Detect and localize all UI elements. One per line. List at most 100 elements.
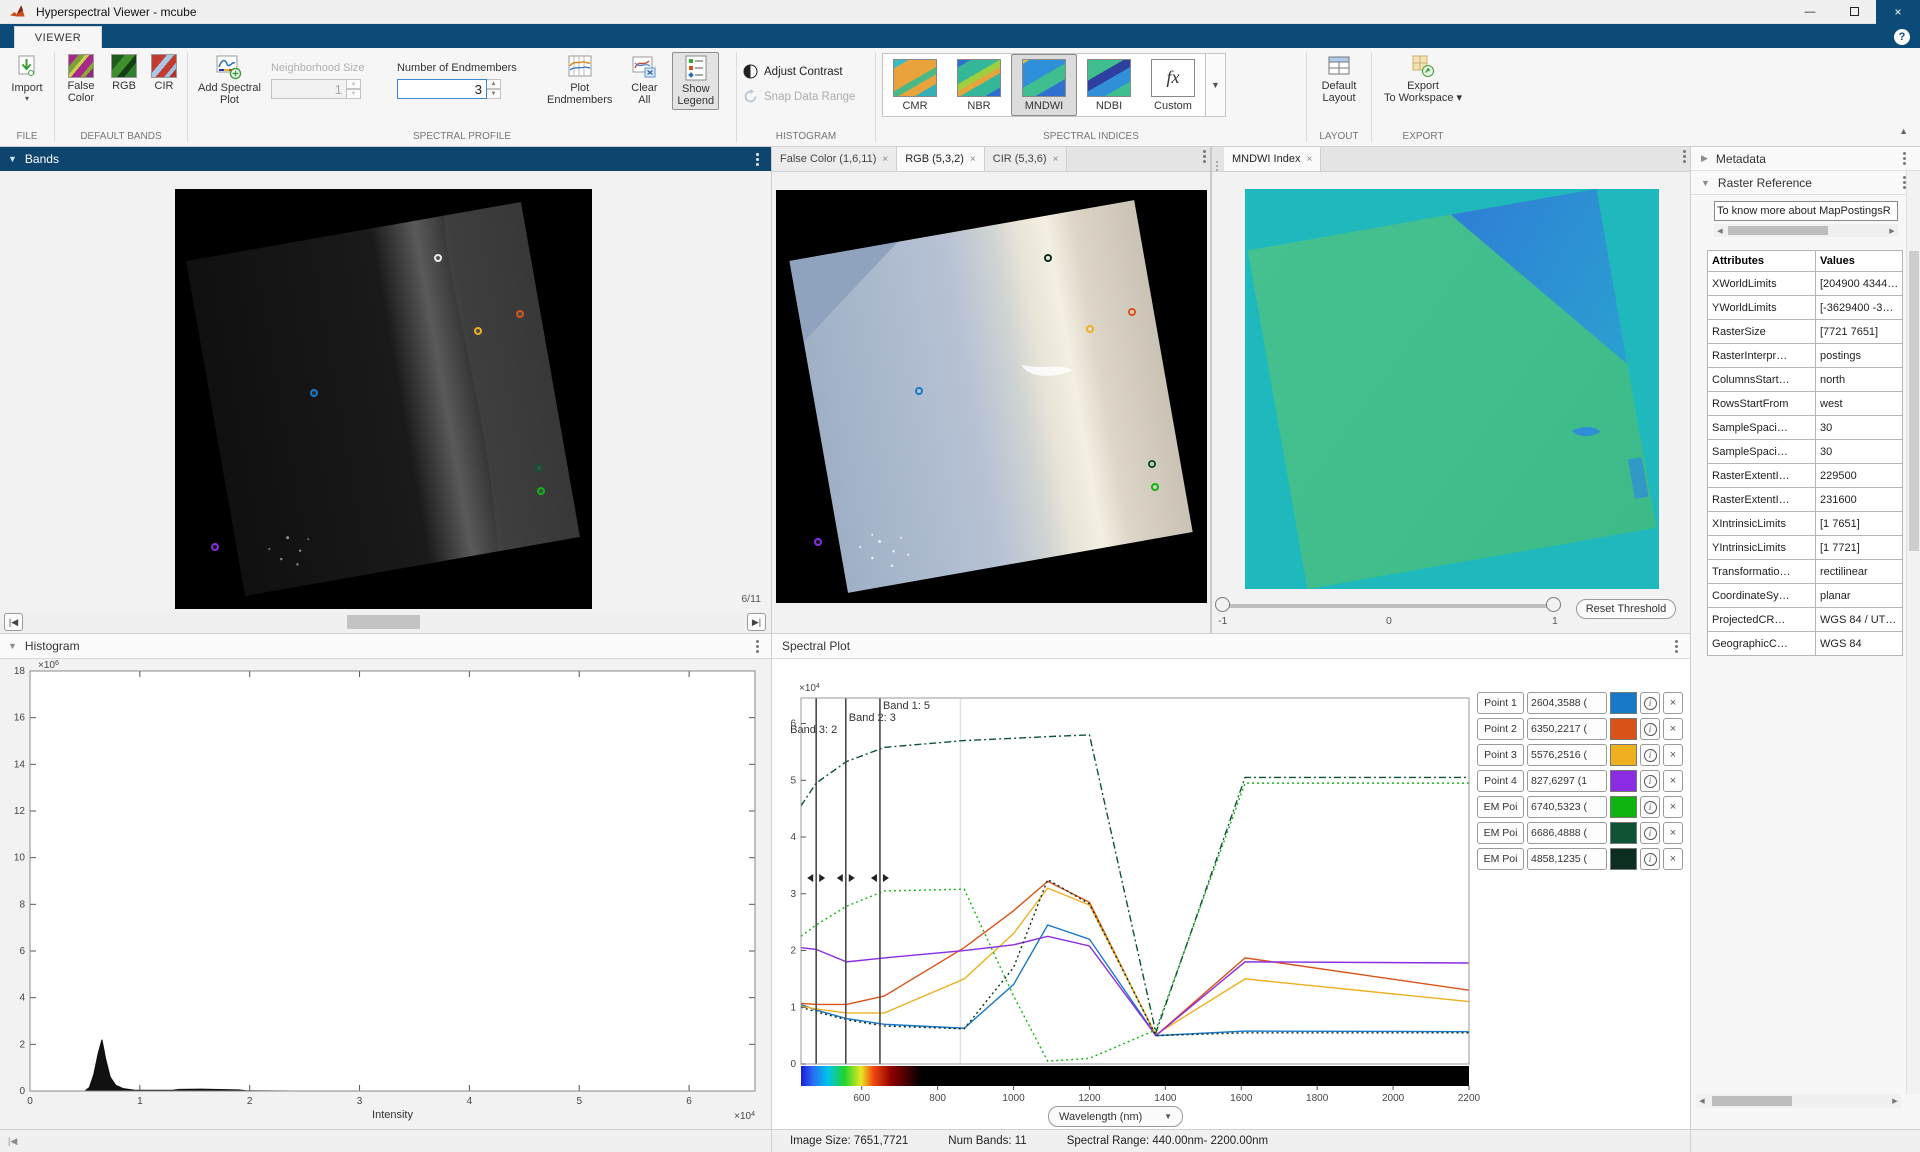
import-button[interactable]: Import ▾ [5, 52, 49, 104]
rgb-button[interactable]: RGB [107, 52, 141, 94]
histogram-panel-header[interactable]: ▼ Histogram [0, 634, 771, 659]
spectral-point-marker[interactable] [915, 387, 923, 395]
x-axis-units-dropdown[interactable]: Wavelength (nm) ▼ [1048, 1106, 1183, 1127]
index-nbr-button[interactable]: NBR [947, 54, 1011, 116]
num-endmembers-input[interactable] [397, 79, 487, 99]
legend-point-name[interactable]: Point 2 [1477, 718, 1524, 740]
point-info-button[interactable]: i [1640, 796, 1660, 818]
legend-color-swatch[interactable] [1610, 822, 1637, 844]
scroll-right-icon[interactable]: ▶ [1889, 1097, 1901, 1105]
table-row[interactable]: SampleSpaci…30 [1708, 440, 1903, 464]
remove-point-button[interactable]: × [1663, 796, 1683, 818]
legend-color-swatch[interactable] [1610, 848, 1637, 870]
spectral-point-marker[interactable] [535, 464, 543, 472]
remove-point-button[interactable]: × [1663, 718, 1683, 740]
table-row[interactable]: SampleSpaci…30 [1708, 416, 1903, 440]
legend-point-name[interactable]: Point 1 [1477, 692, 1524, 714]
legend-point-value[interactable]: 827,6297 (1 [1527, 770, 1607, 792]
scrollbar-thumb[interactable] [1909, 251, 1919, 551]
tab-viewer[interactable]: VIEWER [14, 26, 102, 48]
tab-cir-5-3-6-[interactable]: CIR (5,3,6)× [985, 147, 1068, 171]
table-row[interactable]: CoordinateSy…planar [1708, 584, 1903, 608]
table-row[interactable]: ProjectedCR…WGS 84 / UT… [1708, 608, 1903, 632]
scrollbar-thumb[interactable] [1728, 226, 1828, 235]
index-custom-button[interactable]: fx Custom [1141, 54, 1205, 116]
table-row[interactable]: YIntrinsicLimits[1 7721] [1708, 536, 1903, 560]
point-info-button[interactable]: i [1640, 692, 1660, 714]
threshold-slider-track[interactable] [1222, 604, 1561, 608]
legend-point-name[interactable]: Point 3 [1477, 744, 1524, 766]
table-row[interactable]: XIntrinsicLimits[1 7651] [1708, 512, 1903, 536]
close-button[interactable]: × [1876, 0, 1920, 24]
index-mndwi-button[interactable]: MNDWI [1011, 54, 1077, 116]
table-row[interactable]: RasterSize[7721 7651] [1708, 320, 1903, 344]
spectral-plot-menu-icon[interactable] [1671, 638, 1682, 655]
cir-button[interactable]: CIR [147, 52, 181, 94]
bands-menu-icon[interactable] [752, 151, 763, 168]
legend-color-swatch[interactable] [1610, 744, 1637, 766]
band-image[interactable] [175, 189, 592, 609]
legend-point-name[interactable]: EM Poi [1477, 796, 1524, 818]
table-row[interactable]: Transformatio…rectilinear [1708, 560, 1903, 584]
tab-strip-menu-icon[interactable] [1199, 148, 1210, 165]
spectral-plot-header[interactable]: Spectral Plot [772, 634, 1690, 659]
remove-point-button[interactable]: × [1663, 848, 1683, 870]
scroll-left-icon[interactable]: ◀ [1696, 1097, 1708, 1105]
export-to-workspace-button[interactable]: Export To Workspace ▾ [1380, 52, 1466, 106]
tab-mndwi-index[interactable]: MNDWI Index× [1224, 147, 1321, 171]
spectral-point-marker[interactable] [1086, 325, 1094, 333]
index-cmr-button[interactable]: CMR [883, 54, 947, 116]
legend-color-swatch[interactable] [1610, 692, 1637, 714]
minimize-button[interactable]: — [1788, 0, 1832, 24]
table-row[interactable]: YWorldLimits[-3629400 -3… [1708, 296, 1903, 320]
last-band-button[interactable]: ▶| [747, 613, 766, 631]
scroll-right-icon[interactable]: ▶ [1886, 227, 1898, 235]
raster-reference-section-header[interactable]: ▼ Raster Reference [1691, 171, 1920, 195]
collapse-ribbon-icon[interactable]: ▲ [1899, 128, 1908, 135]
legend-point-name[interactable]: EM Poi [1477, 848, 1524, 870]
table-row[interactable]: GeographicC…WGS 84 [1708, 632, 1903, 656]
legend-color-swatch[interactable] [1610, 796, 1637, 818]
close-tab-icon[interactable]: × [1306, 154, 1312, 165]
panel-horizontal-scrollbar[interactable]: ◀ ▶ [1696, 1094, 1901, 1108]
false-color-button[interactable]: False Color [61, 52, 101, 106]
snap-data-range-button[interactable]: Snap Data Range [743, 89, 869, 104]
expand-triangle-icon[interactable]: ▶ [1701, 153, 1708, 164]
plot-endmembers-button[interactable]: Plot Endmembers [543, 52, 616, 108]
point-info-button[interactable]: i [1640, 770, 1660, 792]
threshold-max-handle[interactable] [1546, 597, 1561, 612]
table-row[interactable]: RasterInterpr…postings [1708, 344, 1903, 368]
point-info-button[interactable]: i [1640, 744, 1660, 766]
legend-point-value[interactable]: 6686,4888 ( [1527, 822, 1607, 844]
spectral-point-marker[interactable] [1148, 460, 1156, 468]
scrollbar-thumb[interactable] [1712, 1096, 1792, 1106]
collapse-triangle-icon[interactable]: ▼ [8, 641, 17, 651]
legend-point-name[interactable]: Point 4 [1477, 770, 1524, 792]
band-scrollbar[interactable] [347, 615, 420, 629]
add-spectral-plot-button[interactable]: Add Spectral Plot [194, 52, 265, 108]
tab-false-color-1-6-11-[interactable]: False Color (1,6,11)× [772, 147, 897, 171]
point-info-button[interactable]: i [1640, 848, 1660, 870]
spectral-point-marker[interactable] [310, 389, 318, 397]
bands-panel-header[interactable]: ▼ Bands [0, 147, 771, 171]
threshold-min-handle[interactable] [1215, 597, 1230, 612]
first-band-button[interactable]: |◀ [4, 613, 23, 631]
num-endmembers-stepper[interactable]: ▲▼ [487, 79, 501, 99]
point-info-button[interactable]: i [1640, 822, 1660, 844]
legend-color-swatch[interactable] [1610, 770, 1637, 792]
info-scrollbar[interactable]: ◀ ▶ [1714, 224, 1898, 237]
neighborhood-size-input[interactable] [271, 79, 347, 99]
close-tab-icon[interactable]: × [882, 154, 888, 165]
legend-point-name[interactable]: EM Poi [1477, 822, 1524, 844]
table-row[interactable]: XWorldLimits[204900 4344… [1708, 272, 1903, 296]
rgb-image[interactable] [776, 190, 1207, 603]
legend-point-value[interactable]: 4858,1235 ( [1527, 848, 1607, 870]
legend-point-value[interactable]: 5576,2516 ( [1527, 744, 1607, 766]
clear-all-button[interactable]: Clear All [622, 52, 666, 108]
metadata-section-header[interactable]: ▶ Metadata [1691, 147, 1920, 171]
collapse-triangle-icon[interactable]: ▼ [1701, 178, 1710, 188]
metadata-menu-icon[interactable] [1899, 150, 1910, 167]
legend-point-value[interactable]: 6740,5323 ( [1527, 796, 1607, 818]
spectral-point-marker[interactable] [537, 487, 545, 495]
collapse-triangle-icon[interactable]: ▼ [8, 154, 17, 164]
